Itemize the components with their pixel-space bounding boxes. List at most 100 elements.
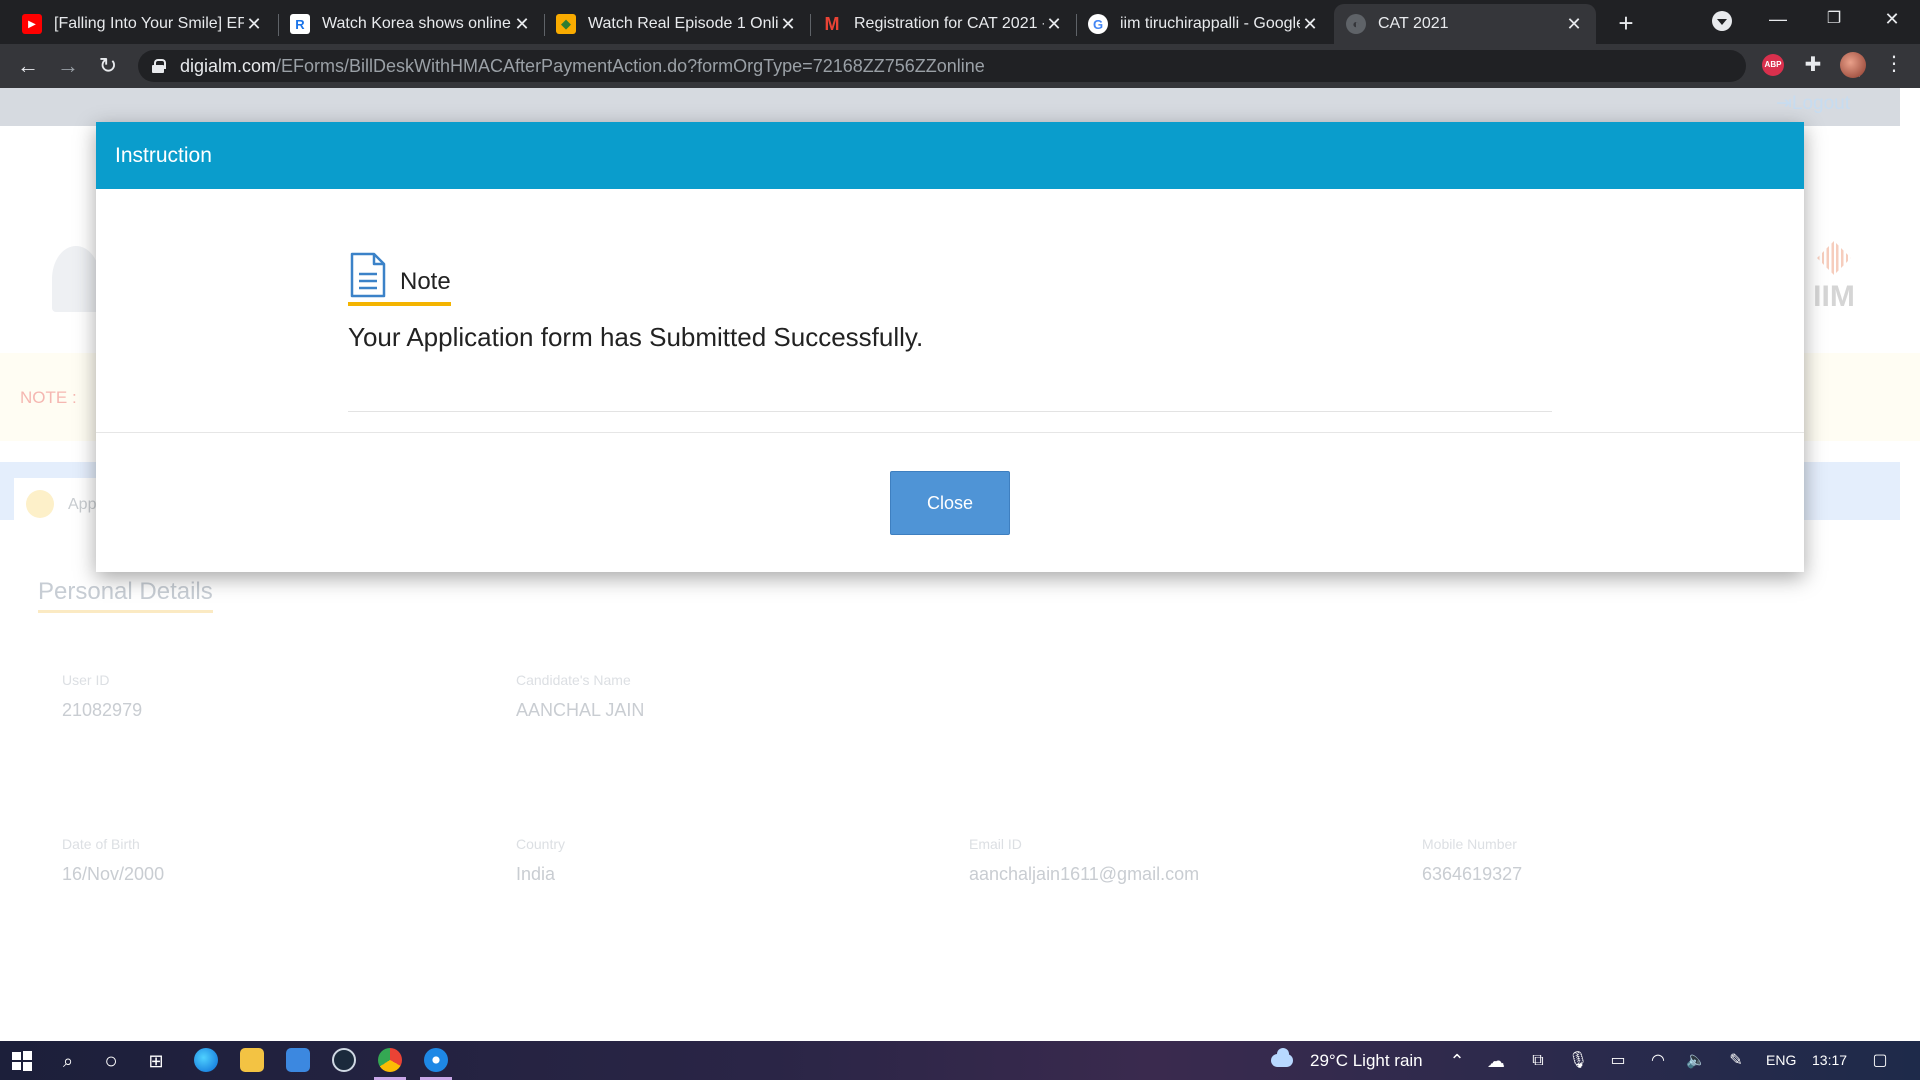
- url-text[interactable]: digialm.com/EForms/BillDeskWithHMACAfter…: [180, 56, 985, 77]
- close-tab-icon[interactable]: ✕: [244, 14, 264, 35]
- logout-icon: ⇥: [1775, 93, 1792, 114]
- mobile-label: Mobile Number: [1422, 836, 1517, 852]
- email-value: aanchaljain1611@gmail.com: [969, 864, 1200, 884]
- url-path: /EForms/BillDeskWithHMACAfterPaymentActi…: [276, 55, 985, 76]
- notifications-icon[interactable]: ▢: [1868, 1049, 1892, 1073]
- safari-compass-icon[interactable]: [424, 1048, 448, 1072]
- search-icon[interactable]: ⌕: [56, 1049, 80, 1073]
- pen-icon[interactable]: ✎: [1724, 1049, 1748, 1073]
- tab-watch-korea-shows[interactable]: R Watch Korea shows online f ✕: [278, 4, 544, 44]
- dob-label: Date of Birth: [62, 836, 140, 852]
- logout-link[interactable]: ⇥Logout: [1776, 92, 1850, 115]
- iim-logo-emblem: [1817, 241, 1851, 275]
- candidate-name-value: AANCHAL JAIN: [516, 700, 645, 720]
- weather-text[interactable]: 29°C Light rain: [1310, 1041, 1423, 1080]
- email-label: Email ID: [969, 836, 1022, 852]
- chrome-icon[interactable]: [378, 1048, 402, 1072]
- document-icon: [350, 252, 386, 298]
- file-explorer-icon[interactable]: [240, 1048, 264, 1072]
- windows-start-icon[interactable]: [10, 1049, 34, 1073]
- user-id-value: 21082979: [62, 700, 143, 720]
- language-indicator[interactable]: ENG: [1766, 1041, 1796, 1080]
- close-tab-icon[interactable]: ✕: [1300, 14, 1320, 35]
- gmail-icon: M: [824, 13, 840, 34]
- volume-icon[interactable]: 🔈: [1684, 1049, 1708, 1073]
- user-id-label: User ID: [62, 672, 110, 688]
- close-tab-icon[interactable]: ✕: [512, 14, 532, 35]
- country-value: India: [516, 864, 556, 884]
- cortana-icon[interactable]: ○: [99, 1049, 123, 1073]
- clock-time[interactable]: 13:17: [1812, 1041, 1847, 1080]
- reload-icon[interactable]: ↻: [92, 50, 124, 82]
- tab-search-icon[interactable]: [1712, 11, 1732, 31]
- meet-icon[interactable]: ⧉: [1526, 1049, 1550, 1073]
- weather-cloud-icon[interactable]: [1271, 1048, 1293, 1067]
- wifi-icon[interactable]: ◠: [1646, 1049, 1670, 1073]
- microphone-icon[interactable]: 🎙: [1566, 1049, 1590, 1073]
- note-label: NOTE :: [20, 388, 77, 407]
- iim-logo: IIM: [1804, 238, 1864, 318]
- browser-toolbar: ← → ↻ digialm.com/EForms/BillDeskWithHMA…: [0, 44, 1920, 88]
- tab-title: Registration for CAT 2021 -: [854, 15, 1044, 32]
- close-tab-icon[interactable]: ✕: [778, 14, 798, 35]
- chevron-up-icon[interactable]: ⌃: [1445, 1049, 1469, 1073]
- application-icon: [26, 490, 54, 518]
- iim-logo-text: IIM: [1813, 280, 1855, 313]
- success-message: Your Application form has Submitted Succ…: [348, 322, 924, 352]
- note-title: Note: [400, 268, 451, 295]
- note-heading: Note: [348, 252, 451, 306]
- application-tab-label[interactable]: App: [68, 496, 96, 514]
- dob-value: 16/Nov/2000: [62, 864, 165, 884]
- tab-watch-real-episode[interactable]: ◆ Watch Real Episode 1 Onlin ✕: [544, 4, 810, 44]
- tab-title: Watch Korea shows online f: [322, 15, 512, 32]
- close-window-icon[interactable]: ✕: [1864, 0, 1920, 40]
- tab-falling-into-your-smile[interactable]: ▶ [Falling Into Your Smile] EP2 ✕: [10, 4, 276, 44]
- new-tab-plus-icon[interactable]: +: [1610, 8, 1642, 40]
- country-label: Country: [516, 836, 566, 852]
- site-icon: ◆: [556, 14, 576, 34]
- tab-cat-2021[interactable]: ◐ CAT 2021 ✕: [1334, 4, 1596, 44]
- forward-arrow-icon[interactable]: →: [52, 50, 84, 82]
- tab-iim-tiruchirappalli[interactable]: G iim tiruchirappalli - Google ✕: [1076, 4, 1332, 44]
- battery-icon[interactable]: ▭: [1606, 1049, 1630, 1073]
- extensions-puzzle-icon[interactable]: ✚: [1801, 52, 1825, 76]
- tab-title: iim tiruchirappalli - Google: [1120, 15, 1300, 32]
- mail-icon[interactable]: [286, 1048, 310, 1072]
- minimize-icon[interactable]: —: [1750, 0, 1806, 40]
- modal-footer-divider: [96, 432, 1804, 433]
- divider: [348, 411, 1552, 412]
- tab-registration-cat-2021[interactable]: M Registration for CAT 2021 - ✕: [810, 4, 1076, 44]
- r-icon: R: [290, 14, 310, 34]
- onedrive-icon[interactable]: ☁: [1484, 1049, 1508, 1073]
- url-host: digialm.com: [180, 55, 277, 76]
- mobile-value: 6364619327: [1422, 864, 1523, 884]
- browser-menu-icon[interactable]: ⋮: [1884, 50, 1904, 78]
- tab-title: [Falling Into Your Smile] EP2: [54, 15, 244, 32]
- close-button[interactable]: Close: [890, 471, 1010, 535]
- tab-title: Watch Real Episode 1 Onlin: [588, 15, 778, 32]
- dell-icon[interactable]: [332, 1048, 356, 1072]
- address-bar[interactable]: digialm.com/EForms/BillDeskWithHMACAfter…: [138, 50, 1864, 82]
- profile-avatar[interactable]: [1840, 52, 1866, 78]
- lock-icon[interactable]: [152, 59, 166, 73]
- globe-icon: ◐: [1346, 14, 1366, 34]
- edge-icon[interactable]: [194, 1048, 218, 1072]
- close-tab-icon[interactable]: ✕: [1564, 14, 1584, 35]
- google-icon: G: [1088, 14, 1108, 34]
- modal-header: Instruction: [96, 122, 1804, 189]
- adblock-plus-icon[interactable]: ABP: [1762, 54, 1784, 76]
- page-top-bar: ⇥Logout: [0, 88, 1900, 126]
- back-arrow-icon[interactable]: ←: [12, 50, 44, 82]
- candidate-name-label: Candidate's Name: [516, 672, 631, 688]
- tab-title: CAT 2021: [1378, 15, 1449, 32]
- restore-icon[interactable]: ❐: [1806, 0, 1862, 40]
- browser-tab-strip: ▶ [Falling Into Your Smile] EP2 ✕ R Watc…: [0, 0, 1920, 44]
- section-title: Personal Details: [38, 578, 213, 613]
- close-tab-icon[interactable]: ✕: [1044, 14, 1064, 35]
- youtube-icon: ▶: [22, 14, 42, 34]
- windows-taskbar: ⌕ ○ ⊞ 29°C Light rain ⌃ ☁ ⧉ 🎙 ▭ ◠ 🔈 ✎ EN…: [0, 1041, 1920, 1080]
- logout-label: Logout: [1791, 93, 1850, 114]
- instruction-modal: Instruction Note Your Application form h…: [96, 122, 1804, 572]
- task-view-icon[interactable]: ⊞: [144, 1049, 168, 1073]
- institute-logo-left: [52, 246, 100, 312]
